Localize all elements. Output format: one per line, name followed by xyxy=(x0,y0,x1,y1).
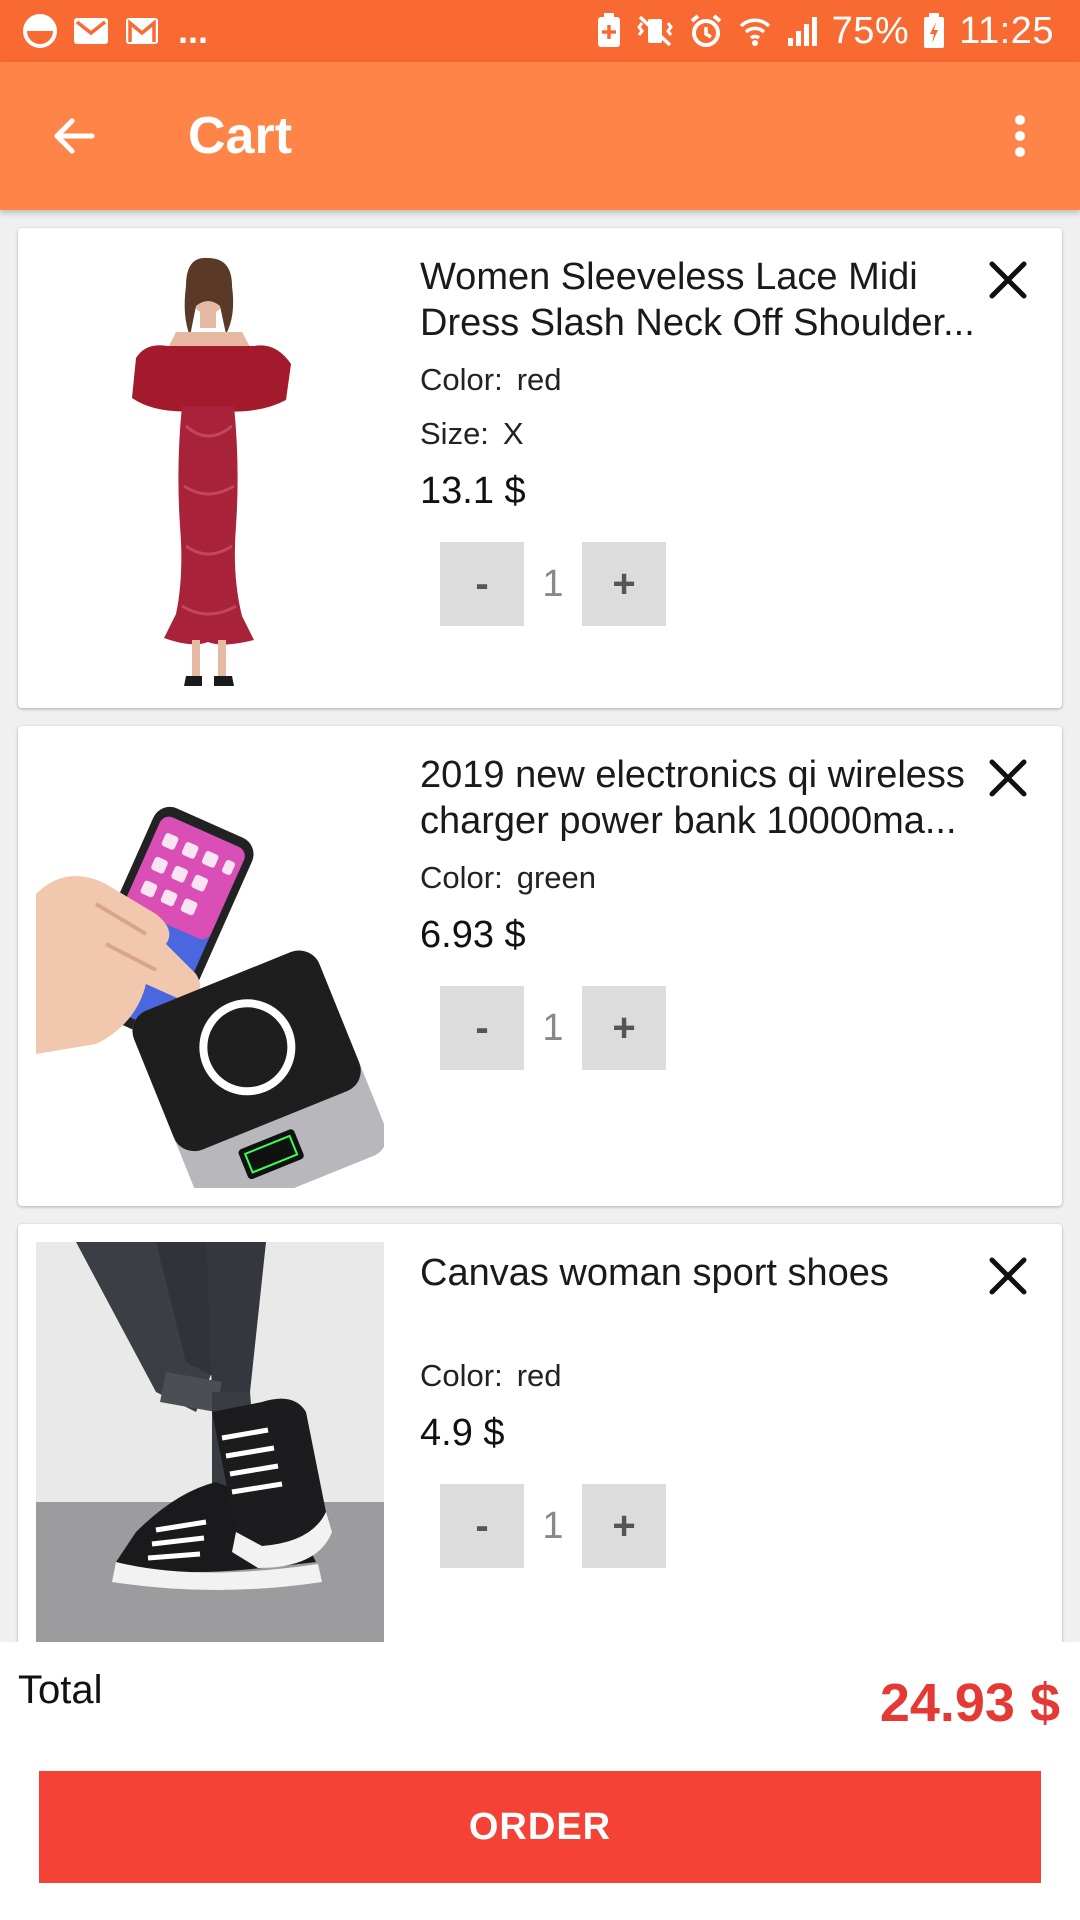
increase-quantity-button[interactable]: + xyxy=(582,1484,666,1568)
arrow-back-icon xyxy=(54,118,95,154)
color-value: red xyxy=(516,362,562,397)
color-label: Color: xyxy=(420,362,503,397)
increase-quantity-button[interactable]: + xyxy=(582,542,666,626)
size-label: Size: xyxy=(420,416,489,451)
battery-saver-icon xyxy=(596,13,622,49)
overflow-menu-button[interactable] xyxy=(980,86,1060,186)
product-image-shoes[interactable] xyxy=(36,1242,384,1642)
decrease-quantity-button[interactable]: - xyxy=(440,986,524,1070)
item-name[interactable]: 2019 new electronics qi wireless charger… xyxy=(420,752,994,844)
quantity-stepper: - 1 + xyxy=(440,1484,1010,1568)
cart-footer: Total 24.93 $ ORDER xyxy=(0,1642,1080,1920)
item-details: Canvas woman sport shoes Color: red 4.9 $… xyxy=(420,1250,1010,1568)
quantity-stepper: - 1 + xyxy=(440,986,1010,1070)
product-image-power-bank[interactable] xyxy=(36,744,384,1188)
signal-icon xyxy=(786,14,818,48)
decrease-quantity-button[interactable]: - xyxy=(440,542,524,626)
vibrate-mute-icon xyxy=(636,13,674,49)
more-vert-icon xyxy=(1015,115,1025,157)
quantity-value: 1 xyxy=(542,562,564,605)
cart-list[interactable]: Women Sleeveless Lace Midi Dress Slash N… xyxy=(0,210,1080,1642)
item-price: 6.93 $ xyxy=(420,914,526,956)
item-details: Women Sleeveless Lace Midi Dress Slash N… xyxy=(420,254,1010,626)
app-bar: Cart xyxy=(0,62,1080,210)
size-value: X xyxy=(502,416,524,451)
cart-item[interactable]: Women Sleeveless Lace Midi Dress Slash N… xyxy=(18,228,1062,708)
item-name[interactable]: Canvas woman sport shoes xyxy=(420,1250,994,1296)
remove-item-button[interactable] xyxy=(982,254,1034,306)
item-color: Color: red xyxy=(420,1356,1010,1396)
total-label: Total xyxy=(18,1668,103,1712)
status-bar: ... 75% 11:25 xyxy=(0,0,1080,62)
close-icon xyxy=(989,1257,1027,1295)
color-value: red xyxy=(516,1358,562,1393)
close-icon xyxy=(989,759,1027,797)
close-icon xyxy=(989,261,1027,299)
total-value: 24.93 $ xyxy=(879,1673,1060,1733)
battery-percent: 75% xyxy=(831,9,910,52)
item-price: 4.9 $ xyxy=(420,1412,505,1454)
cart-item[interactable]: 2019 new electronics qi wireless charger… xyxy=(18,726,1062,1206)
do-not-disturb-icon xyxy=(22,13,58,49)
order-button[interactable]: ORDER xyxy=(39,1771,1041,1883)
quantity-stepper: - 1 + xyxy=(440,542,1010,626)
wifi-icon xyxy=(738,14,772,48)
item-price: 13.1 $ xyxy=(420,470,526,512)
color-label: Color: xyxy=(420,860,503,895)
gmail-icon xyxy=(124,15,160,47)
remove-item-button[interactable] xyxy=(982,1250,1034,1302)
battery-charging-icon xyxy=(923,13,945,49)
status-bar-left: ... xyxy=(22,10,208,52)
page-title: Cart xyxy=(188,107,293,165)
item-size: Size: X xyxy=(420,414,1010,454)
color-label: Color: xyxy=(420,1358,503,1393)
status-bar-right: 75% 11:25 xyxy=(596,10,1054,53)
alarm-icon xyxy=(688,13,724,49)
gmail-icon xyxy=(72,15,110,47)
item-name[interactable]: Women Sleeveless Lace Midi Dress Slash N… xyxy=(420,254,994,346)
decrease-quantity-button[interactable]: - xyxy=(440,1484,524,1568)
color-value: green xyxy=(516,860,596,895)
item-details: 2019 new electronics qi wireless charger… xyxy=(420,752,1010,1070)
cart-item[interactable]: Canvas woman sport shoes Color: red 4.9 $… xyxy=(18,1224,1062,1642)
item-color: Color: green xyxy=(420,858,1010,898)
increase-quantity-button[interactable]: + xyxy=(582,986,666,1070)
product-image-dress[interactable] xyxy=(36,246,384,690)
quantity-value: 1 xyxy=(542,1504,564,1547)
more-notifications-indicator: ... xyxy=(178,10,209,51)
remove-item-button[interactable] xyxy=(982,752,1034,804)
back-button[interactable] xyxy=(24,86,124,186)
item-color: Color: red xyxy=(420,360,1010,400)
quantity-value: 1 xyxy=(542,1006,564,1049)
clock: 11:25 xyxy=(959,9,1054,52)
